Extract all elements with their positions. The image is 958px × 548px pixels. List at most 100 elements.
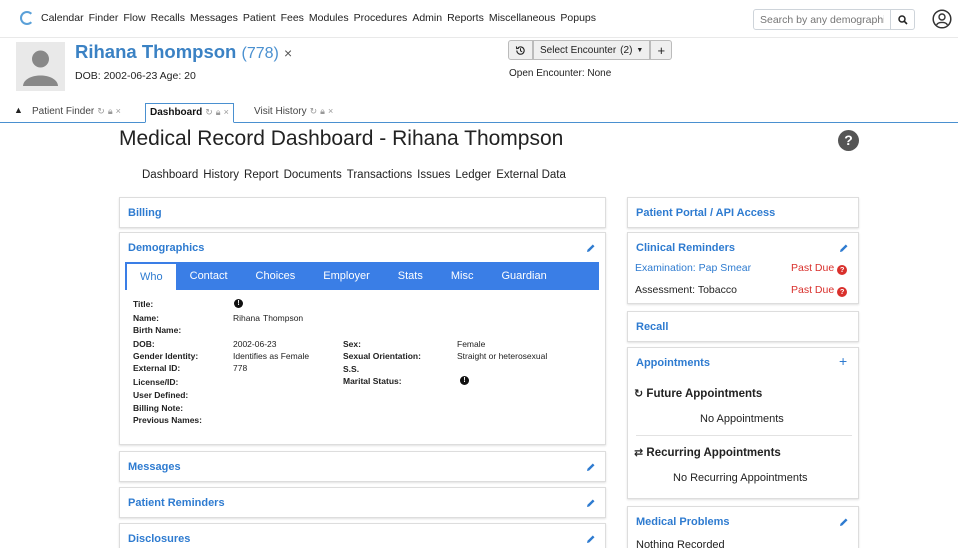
question-circle-icon[interactable]: ?: [837, 287, 848, 297]
close-icon[interactable]: ×: [224, 107, 229, 117]
gender-identity-value: Identifies as Female: [233, 351, 310, 361]
patient-dob-age: DOB: 2002-06-23 Age: 20: [75, 70, 196, 82]
tab-visit-history[interactable]: Visit History ↻ 🔒︎ ×: [254, 106, 333, 117]
app-logo-icon[interactable]: [20, 11, 34, 25]
refresh-icon[interactable]: ↻: [310, 106, 318, 116]
billing-card-title[interactable]: Billing: [128, 207, 162, 219]
patient-name[interactable]: Rihana Thompson: [75, 41, 236, 62]
edit-pencil-icon[interactable]: [586, 243, 596, 253]
search-input[interactable]: [753, 9, 891, 30]
reminder-status: Past Due?: [791, 284, 848, 297]
recall-card: Recall: [627, 311, 859, 342]
tab-misc[interactable]: Misc: [437, 262, 488, 290]
menu-item-messages[interactable]: Messages: [190, 12, 238, 24]
menu-item-fees[interactable]: Fees: [281, 12, 304, 24]
add-appointment-icon[interactable]: +: [839, 353, 847, 369]
patient-reminders-card: Patient Reminders: [119, 487, 606, 518]
question-circle-icon[interactable]: ?: [837, 265, 848, 275]
tab-label: Patient Finder: [32, 106, 95, 117]
menu-item-procedures[interactable]: Procedures: [354, 12, 408, 24]
disclosures-card: Disclosures: [119, 523, 606, 548]
lock-icon[interactable]: 🔒︎: [108, 106, 113, 116]
nothing-recorded-text: Nothing Recorded: [636, 539, 725, 548]
menu-item-patient[interactable]: Patient: [243, 12, 276, 24]
previous-names-label: Previous Names:: [133, 415, 202, 425]
patient-portal-card: Patient Portal / API Access: [627, 197, 859, 228]
name-label: Name:: [133, 313, 159, 323]
dashboard-subnav: Dashboard History Report Documents Trans…: [142, 169, 571, 181]
close-patient-button[interactable]: ×: [284, 45, 292, 61]
edit-pencil-icon[interactable]: [586, 462, 596, 472]
subnav-dashboard[interactable]: Dashboard: [142, 169, 198, 181]
marital-status-label: Marital Status:: [343, 376, 402, 386]
edit-pencil-icon[interactable]: [586, 534, 596, 544]
tab-label: Dashboard: [150, 107, 203, 118]
select-encounter-dropdown[interactable]: Select Encounter (2) ▼: [533, 40, 651, 60]
subnav-external-data[interactable]: External Data: [496, 169, 566, 181]
tab-patient-finder[interactable]: Patient Finder ↻ 🔒︎ ×: [32, 106, 121, 117]
tab-stats[interactable]: Stats: [384, 262, 437, 290]
past-due-text: Past Due: [791, 284, 835, 296]
refresh-icon[interactable]: ↻: [205, 107, 213, 117]
lock-icon[interactable]: 🔒︎: [320, 106, 325, 116]
future-appointments-heading: ↻ Future Appointments: [634, 387, 762, 400]
menu-item-popups[interactable]: Popups: [560, 12, 596, 24]
menu-item-flow[interactable]: Flow: [123, 12, 145, 24]
tab-guardian[interactable]: Guardian: [487, 262, 560, 290]
medical-problems-card-title[interactable]: Medical Problems: [636, 516, 730, 528]
menu-item-modules[interactable]: Modules: [309, 12, 349, 24]
recurring-appointments-label: Recurring Appointments: [646, 447, 781, 459]
demographics-tabs: Who Contact Choices Employer Stats Misc …: [125, 262, 599, 290]
appointments-card-title[interactable]: Appointments: [636, 357, 710, 369]
close-icon[interactable]: ×: [116, 106, 121, 116]
subnav-report[interactable]: Report: [244, 169, 279, 181]
subnav-ledger[interactable]: Ledger: [455, 169, 491, 181]
edit-pencil-icon[interactable]: [839, 243, 849, 253]
external-id-label: External ID:: [133, 363, 181, 373]
subnav-history[interactable]: History: [203, 169, 239, 181]
edit-pencil-icon[interactable]: [586, 498, 596, 508]
tab-employer[interactable]: Employer: [309, 262, 383, 290]
patient-id: (778): [241, 45, 279, 62]
tab-who[interactable]: Who: [127, 264, 176, 290]
search-button[interactable]: [890, 9, 915, 30]
external-id-value: 778: [233, 363, 248, 373]
patient-reminders-card-title[interactable]: Patient Reminders: [128, 497, 225, 509]
tab-contact[interactable]: Contact: [176, 262, 242, 290]
last-name-value: Thompson: [263, 313, 304, 323]
menu-item-recalls[interactable]: Recalls: [151, 12, 185, 24]
reminder-item-label[interactable]: Examination: Pap Smear: [635, 262, 751, 274]
edit-pencil-icon[interactable]: [839, 517, 849, 527]
menu-item-finder[interactable]: Finder: [89, 12, 119, 24]
sexual-orientation-label: Sexual Orientation:: [343, 351, 421, 361]
new-encounter-button[interactable]: +: [650, 40, 673, 60]
collapse-caret-icon[interactable]: ▲: [14, 105, 23, 115]
plus-icon: +: [657, 42, 666, 58]
dob-label: DOB:: [133, 339, 155, 349]
menu-item-reports[interactable]: Reports: [447, 12, 484, 24]
tab-choices[interactable]: Choices: [242, 262, 310, 290]
subnav-transactions[interactable]: Transactions: [347, 169, 412, 181]
gender-identity-label: Gender Identity:: [133, 351, 199, 361]
billing-note-label: Billing Note:: [133, 403, 184, 413]
patient-name-line: Rihana Thompson (778) ×: [75, 41, 292, 63]
help-icon[interactable]: ?: [838, 130, 859, 151]
encounter-history-button[interactable]: [508, 40, 533, 60]
menu-item-calendar[interactable]: Calendar: [41, 12, 84, 24]
first-name-value: Rihana: [233, 313, 260, 323]
disclosures-card-title[interactable]: Disclosures: [128, 533, 190, 545]
recall-card-title[interactable]: Recall: [636, 321, 668, 333]
demographics-card-title[interactable]: Demographics: [128, 242, 204, 254]
refresh-icon[interactable]: ↻: [97, 106, 105, 116]
menu-item-miscellaneous[interactable]: Miscellaneous: [489, 12, 556, 24]
lock-icon[interactable]: 🔒︎: [216, 107, 221, 117]
close-icon[interactable]: ×: [328, 106, 333, 116]
tab-dashboard[interactable]: Dashboard ↻ 🔒︎ ×: [145, 103, 234, 123]
subnav-issues[interactable]: Issues: [417, 169, 450, 181]
clinical-reminders-card-title[interactable]: Clinical Reminders: [636, 242, 735, 254]
patient-portal-card-title[interactable]: Patient Portal / API Access: [636, 207, 775, 219]
user-account-icon[interactable]: [932, 9, 952, 29]
messages-card-title[interactable]: Messages: [128, 461, 181, 473]
menu-item-admin[interactable]: Admin: [412, 12, 442, 24]
subnav-documents[interactable]: Documents: [284, 169, 342, 181]
